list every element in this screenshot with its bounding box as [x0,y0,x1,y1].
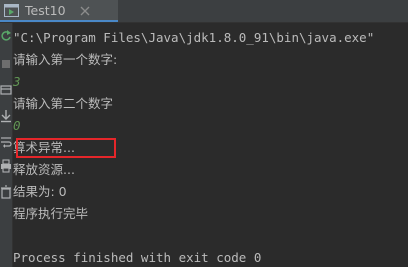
stop-icon[interactable] [0,57,12,71]
scroll-to-end-icon[interactable] [0,109,12,123]
tab-label: Test10 [25,3,66,18]
delete-icon[interactable] [0,185,12,199]
console-line: 结果为: 0 [13,184,67,199]
soft-wrap-icon[interactable] [0,135,12,149]
console-line: 释放资源... [13,162,75,177]
process-finished-line: Process finished with exit code 0 [13,250,262,265]
user-input-line: 0 [13,118,21,133]
run-config-icon [4,4,19,17]
rerun-icon[interactable] [0,29,12,43]
console-line: 请输入第一个数字: [13,52,118,67]
print-icon[interactable] [0,159,12,173]
tab-test10[interactable]: Test10 [0,0,118,22]
console-line: 请输入第二个数字 [13,96,114,111]
console-toolbar [0,23,13,267]
java-command-line: "C:\Program Files\Java\jdk1.8.0_91\bin\j… [13,30,375,45]
run-tab-bar: Test10 [0,0,408,23]
red-highlight-box [16,138,116,158]
user-input-line: 3 [13,74,21,89]
console-line: 程序执行完毕 [13,206,89,221]
close-icon[interactable] [80,6,90,16]
restore-layout-icon[interactable] [0,83,12,97]
